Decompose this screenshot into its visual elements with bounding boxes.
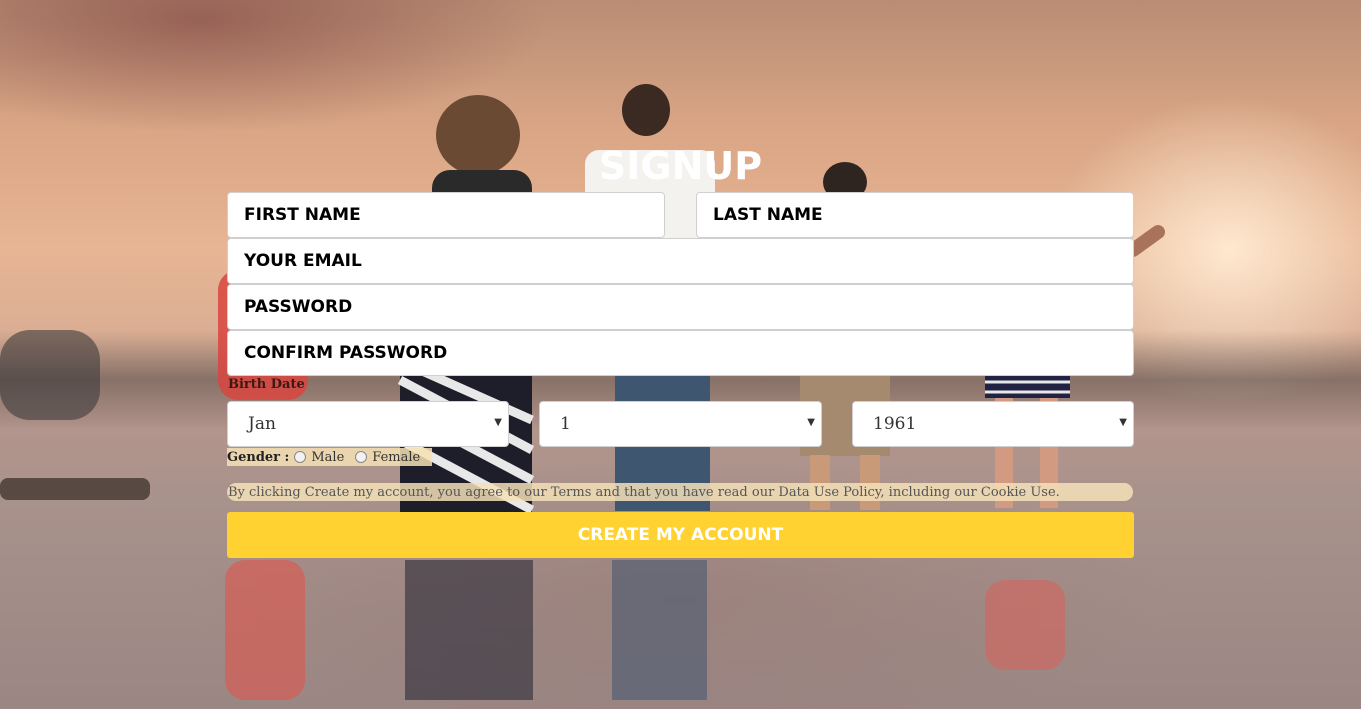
email-field[interactable]: YOUR EMAIL <box>227 238 1134 284</box>
page-title: SIGNUP <box>598 144 763 188</box>
birth-month-value: Jan <box>248 414 276 434</box>
confirm-password-field[interactable]: CONFIRM PASSWORD <box>227 330 1134 376</box>
birth-year-select[interactable]: 1961 ▼ <box>852 401 1134 447</box>
last-name-field[interactable]: LAST NAME <box>696 192 1134 238</box>
gender-label: Gender : <box>227 449 290 465</box>
caret-down-icon: ▼ <box>494 417 502 428</box>
radio-female[interactable] <box>355 451 368 463</box>
password-field[interactable]: PASSWORD <box>227 284 1134 330</box>
birth-day-select[interactable]: 1 ▼ <box>539 401 822 447</box>
first-name-field[interactable]: FIRST NAME <box>227 192 665 238</box>
caret-down-icon: ▼ <box>1119 417 1127 428</box>
create-account-button[interactable]: CREATE MY ACCOUNT <box>227 512 1134 558</box>
gender-option-female[interactable]: Female <box>372 450 420 465</box>
birth-month-select[interactable]: Jan ▼ <box>227 401 509 447</box>
radio-male[interactable] <box>294 451 307 463</box>
gender-option-male[interactable]: Male <box>311 450 344 465</box>
terms-notice: By clicking Create my account, you agree… <box>227 483 1133 501</box>
birth-year-value: 1961 <box>873 414 917 434</box>
caret-down-icon: ▼ <box>807 417 815 428</box>
birth-date-label: Birth Date <box>228 377 305 392</box>
birth-day-value: 1 <box>560 414 571 434</box>
gender-group: Gender : Male Female <box>227 448 433 466</box>
